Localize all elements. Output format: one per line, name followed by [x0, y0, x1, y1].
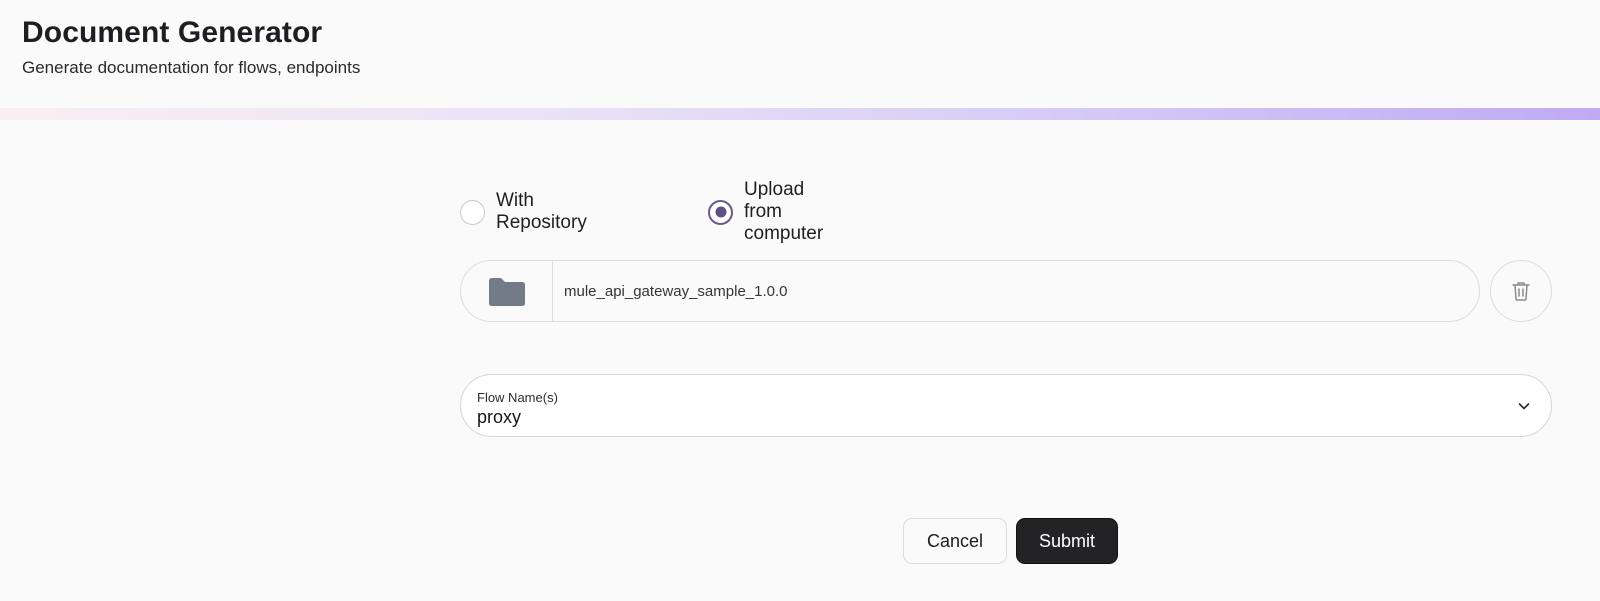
page-header: Document Generator Generate documentatio… [0, 0, 1600, 108]
flow-name-label: Flow Name(s) [477, 390, 558, 405]
delete-file-button[interactable] [1490, 260, 1552, 322]
flow-name-select[interactable]: Flow Name(s) proxy [460, 374, 1552, 437]
header-gradient-divider [0, 108, 1600, 120]
page-title: Document Generator [22, 16, 323, 49]
submit-button[interactable]: Submit [1016, 518, 1118, 564]
trash-icon [1512, 282, 1530, 301]
folder-button[interactable] [461, 261, 553, 321]
page-subtitle: Generate documentation for flows, endpoi… [22, 58, 361, 77]
uploaded-file-name: mule_api_gateway_sample_1.0.0 [564, 282, 788, 300]
radio-circle-unchecked[interactable] [460, 199, 485, 225]
flow-name-value: proxy [477, 407, 522, 427]
radio-with-repository[interactable]: With Repository [460, 190, 587, 233]
chevron-down-icon [1518, 403, 1530, 410]
radio-label-with-repository: With Repository [496, 190, 587, 233]
cancel-button[interactable]: Cancel [903, 518, 1007, 564]
radio-label-upload-from-computer: Upload from computer [744, 179, 824, 244]
document-generator-page: Document Generator Generate documentatio… [0, 0, 1600, 601]
file-upload-field[interactable]: mule_api_gateway_sample_1.0.0 [460, 260, 1480, 322]
radio-upload-from-computer[interactable]: Upload from computer [708, 179, 823, 244]
folder-icon [488, 278, 525, 306]
radio-circle-checked[interactable] [708, 199, 733, 225]
